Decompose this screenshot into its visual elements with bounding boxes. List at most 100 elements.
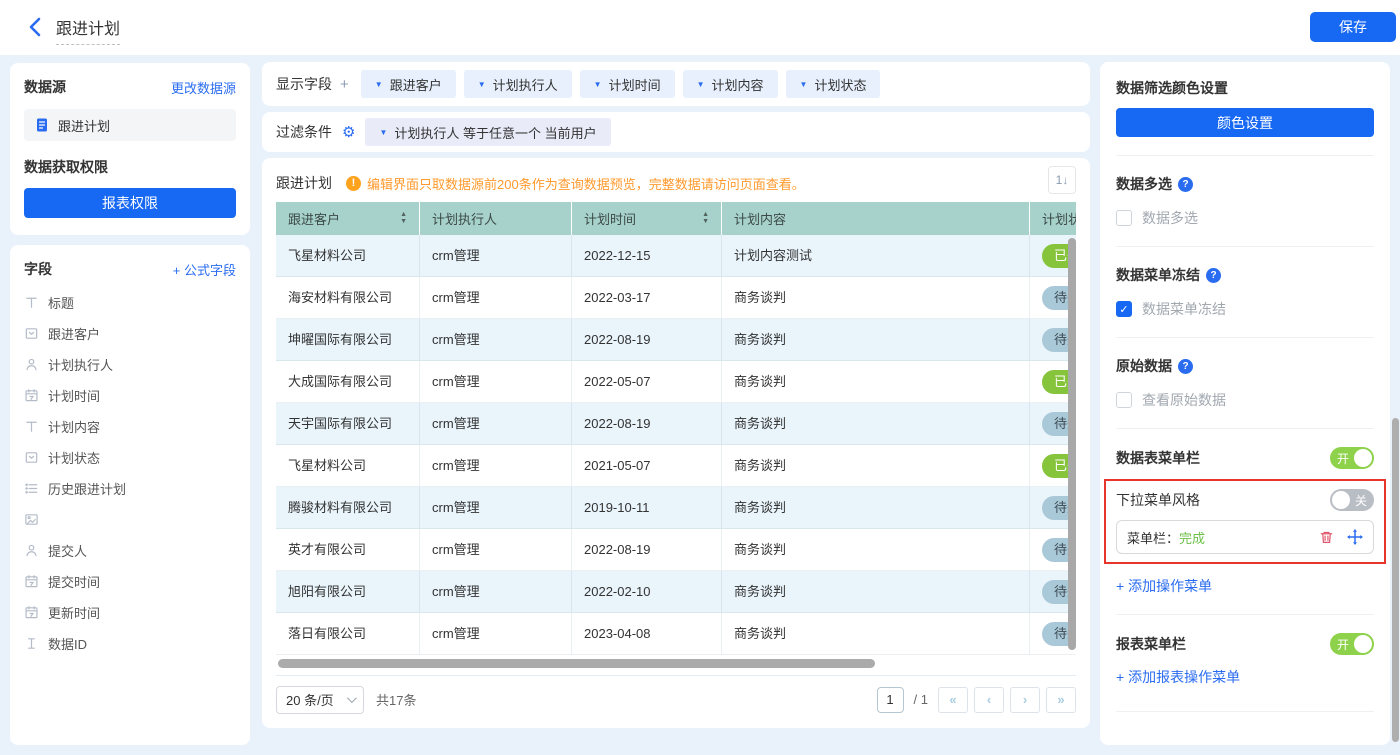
sort-order-icon[interactable]: 1↓ [1048, 166, 1076, 194]
table-title: 跟进计划 [276, 175, 332, 191]
gear-icon[interactable]: ⚙ [342, 125, 355, 140]
help-icon[interactable]: ? [1178, 176, 1193, 192]
add-display-field-button[interactable]: + [340, 76, 349, 93]
field-item-executor[interactable]: 计划执行人 [24, 349, 236, 380]
display-fields-label: 显示字段 [276, 76, 332, 92]
formula-field-link[interactable]: + 公式字段 [173, 260, 236, 279]
field-chip-plan-status[interactable]: ▼ 计划状态 [785, 70, 881, 98]
page-scrollbar[interactable] [1392, 418, 1399, 742]
cell-content: 商务谈判 [722, 361, 1030, 403]
field-chip-customer[interactable]: ▼ 跟进客户 [360, 70, 456, 98]
menu-freeze-title: 数据菜单冻结 ? [1116, 265, 1374, 285]
fields-panel: 字段 + 公式字段 标题 跟进客户 计划执行人 计划时间 计划内容 计划状态 历… [10, 245, 250, 745]
column-header-customer[interactable]: 跟进客户 ▲ ▼ [276, 202, 420, 235]
field-item-history[interactable]: 历史跟进计划 [24, 473, 236, 504]
table-row[interactable]: 落日有限公司 crm管理 2023-04-08 商务谈判 待完成 [276, 613, 1076, 655]
last-page-button[interactable]: » [1046, 686, 1076, 713]
sort-arrows-icon[interactable]: ▲ ▼ [702, 211, 709, 225]
column-label: 计划内容 [734, 212, 787, 227]
field-chip-executor[interactable]: ▼ 计划执行人 [463, 70, 572, 98]
report-permission-button[interactable]: 报表权限 [24, 188, 236, 218]
save-button[interactable]: 保存 [1310, 12, 1396, 42]
add-report-action-menu-link[interactable]: + 添加报表操作菜单 [1116, 667, 1374, 687]
field-item-update-time[interactable]: 更新时间 [24, 597, 236, 628]
scrollbar-thumb[interactable] [278, 659, 875, 668]
field-item-submitter[interactable]: 提交人 [24, 535, 236, 566]
toggle-knob [1354, 449, 1372, 467]
cell-date: 2019-10-11 [572, 487, 722, 529]
report-menu-title: 报表菜单栏 [1116, 636, 1186, 652]
cell-executor: crm管理 [420, 277, 572, 319]
dropdown-style-toggle[interactable]: 关 [1330, 489, 1374, 511]
table-vertical-scrollbar[interactable] [1068, 238, 1076, 650]
field-item-plan-status[interactable]: 计划状态 [24, 442, 236, 473]
raw-data-checkbox-row[interactable]: 查看原始数据 [1116, 390, 1374, 410]
table-header-row: 跟进客户 ▲▼ 计划执行人 计划时间 ▲▼ 计划内容 计划状态 [276, 202, 1076, 235]
column-header-plan-status[interactable]: 计划状态 [1030, 202, 1076, 235]
field-chip-plan-content[interactable]: ▼ 计划内容 [682, 70, 778, 98]
page-size-select[interactable]: 20 条/页 [276, 685, 364, 714]
toggle-label: 关 [1354, 493, 1367, 508]
color-settings-button[interactable]: 颜色设置 [1116, 108, 1374, 137]
column-header-executor[interactable]: 计划执行人 [420, 202, 572, 235]
page-size-value: 20 条/页 [286, 693, 334, 708]
field-item-title[interactable]: 标题 [24, 287, 236, 318]
table-row[interactable]: 英才有限公司 crm管理 2022-08-19 商务谈判 待完成 [276, 529, 1076, 571]
table-row[interactable]: 飞星材料公司 crm管理 2021-05-07 商务谈判 已完成 [276, 445, 1076, 487]
page-title[interactable]: 跟进计划 [56, 15, 121, 45]
multi-select-checkbox-row[interactable]: 数据多选 [1116, 208, 1374, 228]
checkbox[interactable] [1116, 392, 1132, 408]
table-row[interactable]: 天宇国际有限公司 crm管理 2022-08-19 商务谈判 待完成 [276, 403, 1076, 445]
raw-data-title: 原始数据 ? [1116, 356, 1374, 376]
table-horizontal-scrollbar[interactable] [276, 659, 1076, 669]
change-datasource-link[interactable]: 更改数据源 [171, 78, 236, 97]
report-menu-toggle[interactable]: 开 [1330, 633, 1374, 655]
back-icon[interactable] [26, 16, 46, 38]
field-item-data-id[interactable]: 数据ID [24, 628, 236, 659]
table-row[interactable]: 飞星材料公司 crm管理 2022-12-15 计划内容测试 已完成 [276, 235, 1076, 277]
field-item-plan-content[interactable]: 计划内容 [24, 411, 236, 442]
table-row[interactable]: 海安材料有限公司 crm管理 2022-03-17 商务谈判 待完成 [276, 277, 1076, 319]
filter-chip[interactable]: ▼ 计划执行人 等于任意一个 当前用户 [365, 118, 611, 146]
sort-arrows-icon[interactable]: ▲ ▼ [400, 211, 407, 225]
menu-freeze-checkbox-row[interactable]: ✓ 数据菜单冻结 [1116, 299, 1374, 319]
first-page-button[interactable]: « [938, 686, 968, 713]
field-label: 计划状态 [48, 451, 101, 466]
table-row[interactable]: 旭阳有限公司 crm管理 2022-02-10 商务谈判 待完成 [276, 571, 1076, 613]
dataset-item[interactable]: 跟进计划 [24, 109, 236, 141]
cell-executor: crm管理 [420, 403, 572, 445]
table-menu-toggle[interactable]: 开 [1330, 447, 1374, 469]
table-menu-title: 数据表菜单栏 [1116, 450, 1200, 466]
table-panel: 跟进计划 ! 编辑界面只取数据源前200条作为查询数据预览，完整数据请访问页面查… [262, 158, 1090, 728]
help-icon[interactable]: ? [1178, 358, 1193, 374]
add-action-menu-link[interactable]: + 添加操作菜单 [1116, 576, 1374, 596]
field-item-plan-time[interactable]: 计划时间 [24, 380, 236, 411]
color-settings-title: 数据筛选颜色设置 [1116, 80, 1228, 96]
chevron-down-icon: ▼ [477, 79, 486, 89]
cell-customer: 海安材料有限公司 [276, 277, 420, 319]
top-bar: 跟进计划 保存 [0, 0, 1400, 55]
table-row[interactable]: 腾骏材料有限公司 crm管理 2019-10-11 商务谈判 待完成 [276, 487, 1076, 529]
calendar-icon [25, 606, 38, 619]
page-number-input[interactable] [876, 686, 904, 713]
checkbox[interactable]: ✓ [1116, 301, 1132, 317]
column-header-plan-time[interactable]: 计划时间 ▲ ▼ [572, 202, 722, 235]
move-icon[interactable] [1347, 529, 1363, 545]
help-icon[interactable]: ? [1206, 267, 1221, 283]
cell-date: 2022-02-10 [572, 571, 722, 613]
prev-page-button[interactable]: ‹ [974, 686, 1004, 713]
field-item-submit-time[interactable]: 提交时间 [24, 566, 236, 597]
table-row[interactable]: 大成国际有限公司 crm管理 2022-05-07 商务谈判 已完成 [276, 361, 1076, 403]
checkbox[interactable] [1116, 210, 1132, 226]
cell-content: 商务谈判 [722, 277, 1030, 319]
field-chip-plan-time[interactable]: ▼ 计划时间 [579, 70, 675, 98]
document-icon [37, 118, 47, 132]
trash-icon[interactable] [1319, 530, 1334, 545]
field-item-customer[interactable]: 跟进客户 [24, 318, 236, 349]
column-header-plan-content[interactable]: 计划内容 [722, 202, 1030, 235]
table-row[interactable]: 坤曜国际有限公司 crm管理 2022-08-19 商务谈判 待完成 [276, 319, 1076, 361]
next-page-button[interactable]: › [1010, 686, 1040, 713]
field-item-image[interactable] [24, 504, 236, 535]
menu-item-value: 完成 [1179, 530, 1206, 546]
menu-bar-item[interactable]: 菜单栏： 完成 [1116, 520, 1374, 554]
